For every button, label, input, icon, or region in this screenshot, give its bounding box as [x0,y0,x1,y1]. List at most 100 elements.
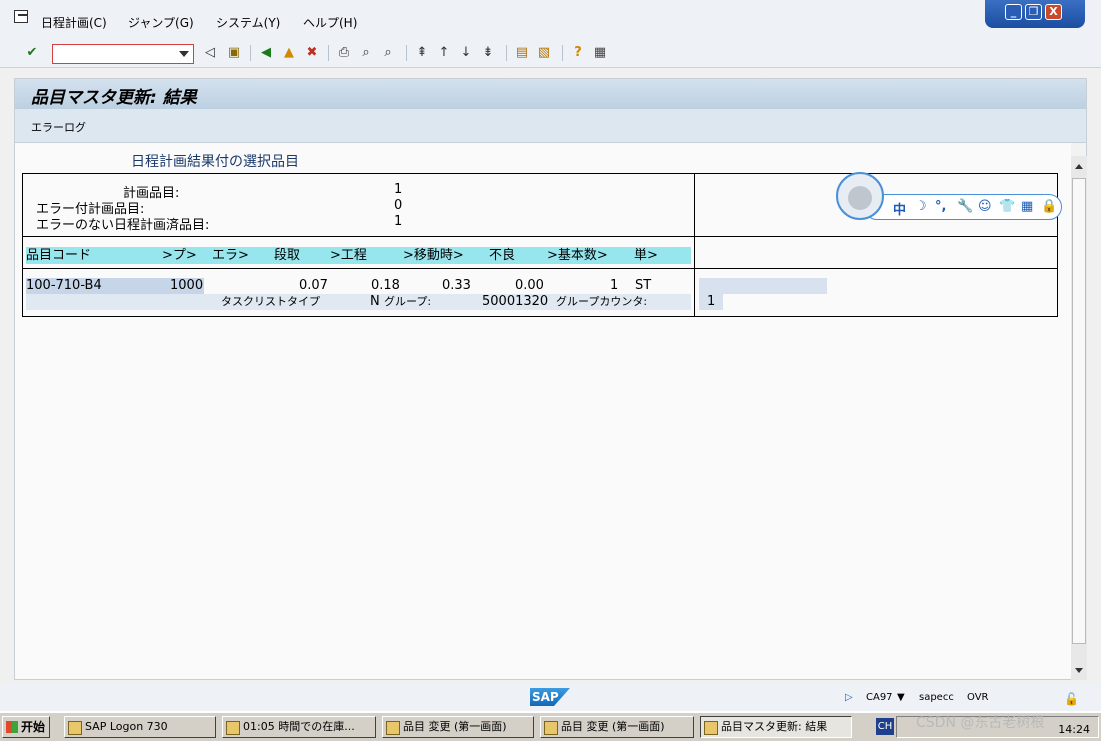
column-header[interactable]: >工程 [330,247,367,264]
toolbar-separator [406,45,407,61]
find-icon[interactable]: ⌕ [358,45,374,61]
task-list-type-label: タスクリストタイプ [221,295,320,308]
close-icon[interactable]: X [1045,4,1062,20]
move-cell: 0.33 [442,278,471,293]
menu-item-system[interactable]: システム(Y) [216,14,280,31]
toolbar-separator [328,45,329,61]
system-field[interactable]: CA97 [866,692,893,703]
stat-value-error: 0 [394,198,403,213]
menu-icon[interactable] [14,10,28,23]
standard-toolbar: ✔ ◁ ▣ ◀ ▲ ✖ ⎙ ⌕ ⌕ ⇞ ↑ ↓ ⇟ ▤ ▧ ? ▦ [0,38,1101,68]
task-list-type-cell: N [370,294,380,309]
find-next-icon[interactable]: ⌕ [380,45,396,61]
error-log-button[interactable]: エラーログ [31,119,86,135]
chevron-down-icon[interactable]: ▼ [897,692,905,703]
vertical-scrollbar[interactable] [1071,156,1087,680]
help-icon[interactable]: ? [570,45,586,61]
title-bar: 品目マスタ更新: 結果 [15,79,1086,109]
command-field[interactable] [52,44,194,64]
group-cell: 50001320 [482,294,549,309]
last-page-icon[interactable]: ⇟ [480,45,496,61]
column-header[interactable]: 単> [634,247,658,264]
layout-icon[interactable]: ▦ [592,45,608,61]
column-divider [694,174,695,316]
taskbar-button[interactable]: SAP Logon 730 [64,716,216,738]
group-label: グループ: [384,295,432,308]
toolbar-separator [250,45,251,61]
taskbar-button[interactable]: 品目 変更 (第一画面) [540,716,694,738]
shortcut-icon[interactable]: ▧ [536,45,552,61]
moon-icon[interactable]: ☽ [915,199,927,214]
column-header[interactable]: >基本数> [547,247,608,264]
sap-logo: SAP [530,688,570,706]
first-page-icon[interactable]: ⇞ [414,45,430,61]
server-field: sapecc [919,692,954,703]
report-area: 日程計画結果付の選択品目 計画品目: 1 エラー付計画品目: 0 エラーのない日… [15,143,1071,679]
column-header[interactable]: 段取 [274,247,300,264]
column-header-row: 品目コード >プ> エラ> 段取 >工程 >移動時> 不良 >基本数> 単> [26,247,691,264]
language-indicator[interactable]: CH [876,718,894,735]
back-icon[interactable]: ◀ [258,45,274,61]
material-cell[interactable]: 100-710-B4 [26,278,102,294]
play-icon[interactable]: ▷ [845,692,853,703]
minimize-icon[interactable]: _ [1005,4,1022,20]
taskbar-button-active[interactable]: 品目マスタ更新: 結果 [700,716,852,738]
setup-cell: 0.07 [299,278,328,293]
restore-icon[interactable]: ❐ [1025,4,1042,20]
scrap-cell: 0.00 [515,278,544,293]
prev-page-icon[interactable]: ↑ [436,45,452,61]
group-counter-cell: 1 [707,294,716,309]
chevron-down-icon[interactable] [179,51,189,57]
row-background [699,278,827,294]
new-session-icon[interactable]: ▤ [514,45,530,61]
list-heading: 日程計画結果付の選択品目 [131,154,299,170]
main-screen: 品目マスタ更新: 結果 エラーログ 日程計画結果付の選択品目 計画品目: 1 エ… [14,78,1087,680]
punctuation-icon[interactable]: °, [935,199,946,214]
row-divider [23,268,1057,269]
exit-icon[interactable]: ▲ [281,45,297,61]
column-header[interactable]: エラ> [212,247,249,264]
menu-item-schedule[interactable]: 日程計画(C) [41,14,107,31]
wrench-icon[interactable]: 🔧 [957,199,973,214]
column-header[interactable]: >移動時> [403,247,464,264]
application-toolbar: エラーログ [15,109,1086,143]
lock-icon[interactable]: 🔒 [1041,199,1057,214]
column-header[interactable]: 品目コード [26,247,91,264]
group-counter-label: グループカウンタ: [556,295,648,308]
column-header[interactable]: 不良 [489,247,515,264]
lock-icon: 🔓 [1064,692,1079,706]
print-icon[interactable]: ⎙ [336,45,352,61]
scroll-up-icon[interactable] [1075,164,1083,169]
menu-bar: 日程計画(C) ジャンプ(G) システム(Y) ヘルプ(H) _ ❐ X [0,0,1101,38]
menu-item-jump[interactable]: ジャンプ(G) [128,14,194,31]
column-header[interactable]: >プ> [162,247,197,264]
page-title: 品目マスタ更新: 結果 [31,88,197,108]
status-bar: SAP ▷ CA97 ▼ sapecc OVR 🔓 [0,684,1101,711]
grid-icon[interactable]: ▦ [1021,199,1033,214]
window-controls: _ ❐ X [985,0,1085,28]
smile-icon[interactable]: ☺ [978,199,992,214]
clock: 14:24 [1058,723,1090,736]
start-button[interactable]: 开始 [2,716,50,738]
ime-toolbar: 中 ☽ °, 🔧 ☺ 👕 ▦ 🔒 [836,172,1062,220]
save-icon[interactable]: ▣ [226,45,242,61]
chinese-mode-icon[interactable]: 中 [893,199,906,218]
stat-value-ok: 1 [394,214,403,229]
scrollbar-thumb[interactable] [1072,178,1086,644]
collapse-icon[interactable]: ◁ [202,45,218,61]
watermark: CSDN @东古老树根 [916,715,1045,731]
plant-cell: 1000 [170,278,204,293]
cancel-icon[interactable]: ✖ [304,45,320,61]
stat-value-planned: 1 [394,182,403,197]
ime-avatar-icon[interactable] [836,172,884,220]
taskbar-button[interactable]: 品目 変更 (第一画面) [382,716,534,738]
shirt-icon[interactable]: 👕 [999,199,1015,214]
menu-item-help[interactable]: ヘルプ(H) [303,14,357,31]
toolbar-separator [562,45,563,61]
row-divider [23,236,1057,237]
taskbar-button[interactable]: 01:05 時間での在庫... [222,716,376,738]
enter-icon[interactable]: ✔ [24,45,40,61]
mode-field[interactable]: OVR [967,692,988,703]
scroll-down-icon[interactable] [1075,668,1083,673]
next-page-icon[interactable]: ↓ [458,45,474,61]
